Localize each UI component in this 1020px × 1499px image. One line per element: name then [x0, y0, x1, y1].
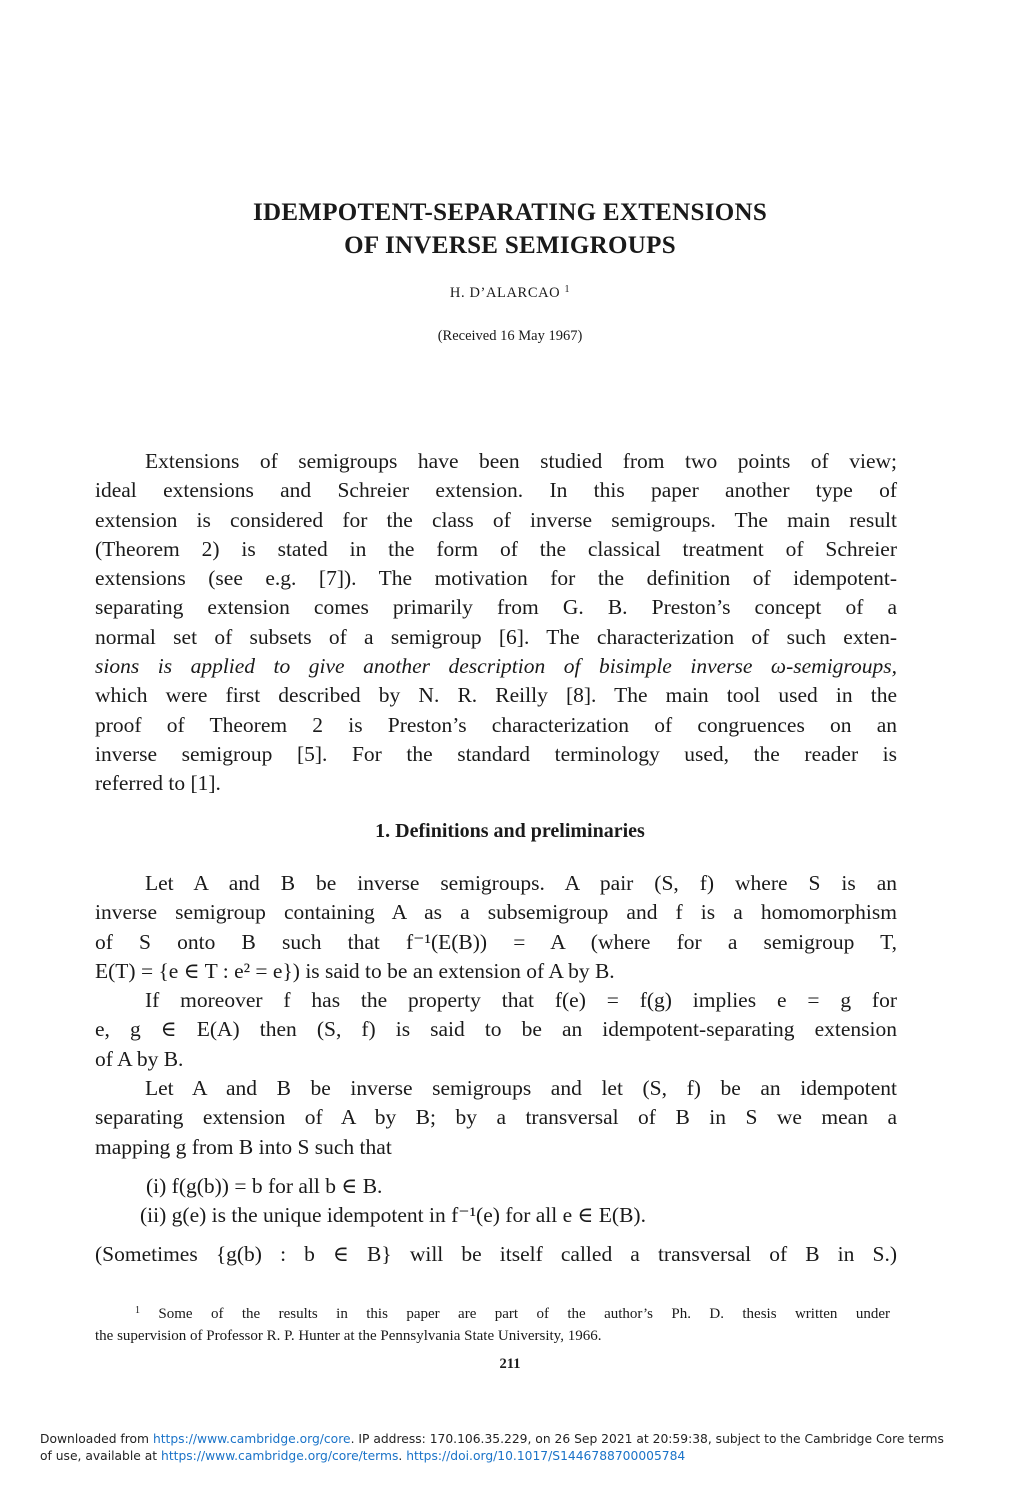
- terms-prefix: of use, available at: [40, 1449, 162, 1463]
- intro-line: Extensions of semigroups have been studi…: [145, 449, 897, 473]
- author-name: H. D’ALARCAO: [449, 285, 561, 301]
- definition-line: E(T) = {e ∈ T : e² = e}) is said to be a…: [95, 958, 615, 983]
- footnote-line: the supervision of Professor R. P. Hunte…: [95, 1328, 602, 1344]
- definition-line: of A by B.: [95, 1046, 184, 1071]
- condition-label: (i): [146, 1174, 167, 1198]
- intro-line: which were first described by N. R. Reil…: [95, 683, 897, 708]
- intro-line: inverse semigroup [5]. For the standard …: [95, 741, 897, 766]
- condition-ii: (ii) g(e) is the unique idempotent in f⁻…: [140, 1201, 646, 1230]
- definition-line: mapping g from B into S such that: [95, 1134, 392, 1159]
- condition-text: f(g(b)) = b for all b ∈ B.: [171, 1174, 383, 1198]
- remark-line: (Sometimes {g(b) : b ∈ B} will be itself…: [95, 1242, 897, 1266]
- definition-line: e, g ∈ E(A) then (S, f) is said to be an…: [95, 1017, 897, 1042]
- download-notice-line-1: Downloaded from https://www.cambridge.or…: [40, 1431, 1000, 1448]
- intro-line: extension is considered for the class of…: [95, 507, 897, 532]
- footnote-mark: 1: [135, 1305, 140, 1316]
- condition-text: g(e) is the unique idempotent in f⁻¹(e) …: [171, 1203, 646, 1227]
- intro-paragraph: Extensions of semigroups have been studi…: [95, 447, 897, 799]
- author: H. D’ALARCAO 1: [0, 284, 1020, 302]
- definition-line: Let A and B be inverse semigroups. A pai…: [145, 871, 897, 895]
- definition-paragraph-extension: Let A and B be inverse semigroups. A pai…: [95, 869, 897, 986]
- download-notice: Downloaded from https://www.cambridge.or…: [40, 1431, 1000, 1465]
- definition-line: separating extension of A by B; by a tra…: [95, 1105, 897, 1130]
- definition-line: Let A and B be inverse semigroups and le…: [145, 1076, 897, 1100]
- paper-title-line-2: OF INVERSE SEMIGROUPS: [344, 232, 676, 259]
- doi-link[interactable]: https://doi.org/10.1017/S144678870000578…: [406, 1449, 685, 1463]
- intro-line: sions is applied to give another descrip…: [95, 654, 897, 679]
- condition-i: (i) f(g(b)) = b for all b ∈ B.: [146, 1172, 382, 1201]
- download-ip-info: . IP address: 170.106.35.229, on 26 Sep …: [350, 1432, 944, 1446]
- page-number: 211: [499, 1356, 521, 1372]
- intro-line: extensions (see e.g. [7]). The motivatio…: [95, 566, 897, 591]
- cambridge-core-link[interactable]: https://www.cambridge.org/core: [153, 1432, 351, 1446]
- intro-line: referred to [1].: [95, 771, 221, 796]
- definition-paragraph-idempotent-separating: If moreover f has the property that f(e)…: [95, 986, 897, 1074]
- intro-line: proof of Theorem 2 is Preston’s characte…: [95, 712, 897, 737]
- paper-title-line-1: IDEMPOTENT-SEPARATING EXTENSIONS: [252, 199, 768, 226]
- footnote-line: 1 Some of the results in this paper are …: [95, 1300, 890, 1325]
- received-date: (Received 16 May 1967): [437, 328, 583, 344]
- intro-line: separating extension comes primarily fro…: [95, 595, 897, 620]
- footnote: 1 Some of the results in this paper are …: [95, 1300, 890, 1347]
- definition-line: of S onto B such that f⁻¹(E(B)) = A (whe…: [95, 929, 897, 954]
- definition-line: If moreover f has the property that f(e)…: [145, 988, 897, 1012]
- download-prefix: Downloaded from: [40, 1432, 153, 1446]
- section-heading: 1. Definitions and preliminaries: [375, 820, 645, 842]
- intro-line: (Theorem 2) is stated in the form of the…: [95, 536, 897, 561]
- transversal-remark: (Sometimes {g(b) : b ∈ B} will be itself…: [95, 1240, 897, 1269]
- download-notice-line-2: of use, available at https://www.cambrid…: [40, 1448, 1000, 1465]
- footnote-text: Some of the results in this paper are pa…: [158, 1306, 890, 1322]
- definition-line: inverse semigroup containing A as a subs…: [95, 900, 897, 925]
- author-footnote-mark: 1: [564, 284, 571, 295]
- condition-label: (ii): [140, 1203, 167, 1227]
- definition-paragraph-transversal: Let A and B be inverse semigroups and le…: [95, 1074, 897, 1162]
- intro-line: normal set of subsets of a semigroup [6]…: [95, 624, 897, 649]
- intro-line: ideal extensions and Schreier extension.…: [95, 478, 897, 503]
- terms-link[interactable]: https://www.cambridge.org/core/terms: [161, 1449, 398, 1463]
